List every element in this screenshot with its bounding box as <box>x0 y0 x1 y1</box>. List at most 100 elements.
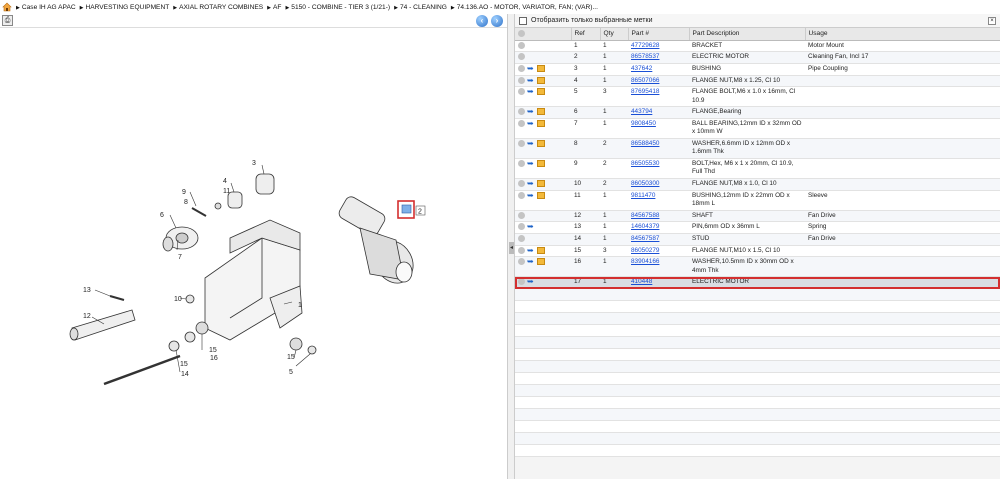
table-row[interactable]: ➥ 11 1 9811470 BUSHING,12mm ID x 22mm OD x 1… <box>515 190 1000 211</box>
replacement-info-icon[interactable]: ➥ <box>527 278 535 286</box>
column-header-ref[interactable]: Ref <box>571 28 601 41</box>
cell-part-number[interactable]: 47729628 <box>628 40 689 53</box>
next-diagram-button[interactable]: › <box>491 15 503 27</box>
part-number-link[interactable]: 86050300 <box>631 180 659 187</box>
add-to-cart-icon[interactable] <box>518 53 525 61</box>
package-icon[interactable] <box>537 159 545 167</box>
package-icon[interactable] <box>537 64 545 72</box>
cell-part-number[interactable]: 437642 <box>628 63 689 76</box>
replacement-info-icon[interactable]: ➥ <box>527 258 535 266</box>
cell-part-number[interactable]: 86588450 <box>628 138 689 159</box>
print-icon[interactable]: ⎙ <box>2 15 13 26</box>
cell-part-number[interactable]: 84567587 <box>628 233 689 246</box>
part-number-link[interactable]: 83904166 <box>631 258 659 265</box>
callout-label[interactable]: 12 <box>83 313 91 320</box>
cell-part-number[interactable]: 86050300 <box>628 178 689 191</box>
show-selected-only-checkbox[interactable] <box>519 16 527 25</box>
cell-part-number[interactable]: 9811470 <box>628 190 689 211</box>
table-row[interactable]: ➥ 6 1 443794 FLANGE,Bearing <box>515 106 1000 119</box>
cell-part-number[interactable]: 9808450 <box>628 118 689 139</box>
cell-part-number[interactable]: 86578537 <box>628 51 689 64</box>
callout-label[interactable]: 8 <box>184 199 188 206</box>
breadcrumb-item[interactable]: ▶ 74.136.AO - MOTOR, VARIATOR, FAN; (VAR)… <box>451 4 598 11</box>
breadcrumb-item[interactable]: ▶ HARVESTING EQUIPMENT <box>80 4 170 11</box>
callout-label[interactable]: 10 <box>174 296 182 303</box>
add-to-cart-icon[interactable] <box>518 64 525 72</box>
table-row[interactable]: ➥ 10 2 86050300 FLANGE NUT,M8 x 1.0, Cl 10 <box>515 178 1000 191</box>
add-to-cart-icon[interactable] <box>518 235 525 242</box>
package-icon[interactable] <box>537 139 545 147</box>
package-icon[interactable] <box>537 119 545 127</box>
table-row[interactable]: 2 1 86578537 ELECTRIC MOTOR Cleaning Fan, In… <box>515 51 1000 64</box>
replacement-info-icon[interactable]: ➥ <box>527 223 535 231</box>
breadcrumb-item[interactable]: ▶ AF <box>267 4 281 11</box>
select-all-header[interactable] <box>515 28 572 41</box>
package-icon[interactable] <box>537 179 545 187</box>
add-to-cart-icon[interactable] <box>518 119 525 127</box>
cell-part-number[interactable]: 443794 <box>628 106 689 119</box>
callout-label[interactable]: 16 <box>210 355 218 362</box>
table-row[interactable]: ➥ 13 1 14604379 PIN,6mm OD x 36mm L Spring <box>515 221 1000 234</box>
callout-label[interactable]: 5 <box>289 369 293 376</box>
table-row[interactable]: 1 1 47729628 BRACKET Motor Mount <box>515 40 1000 53</box>
add-to-cart-icon[interactable] <box>518 223 525 231</box>
part-number-link[interactable]: 84567588 <box>631 212 659 219</box>
select-all-icon[interactable] <box>518 30 525 38</box>
package-icon[interactable] <box>537 191 545 199</box>
callout-label[interactable]: 11 <box>223 188 230 195</box>
replacement-info-icon[interactable]: ➥ <box>527 108 535 116</box>
table-row[interactable]: 12 1 84567588 SHAFT Fan Drive <box>515 210 1000 223</box>
home-icon[interactable] <box>2 2 12 12</box>
callout-label[interactable]: 3 <box>252 160 256 167</box>
table-row-selected[interactable]: ➥ 17 1 410448 ELECTRIC MOTOR <box>515 276 1000 290</box>
part-number-link[interactable]: 443794 <box>631 108 652 115</box>
add-to-cart-icon[interactable] <box>518 159 525 167</box>
add-to-cart-icon[interactable] <box>518 278 525 286</box>
add-to-cart-icon[interactable] <box>518 139 525 147</box>
table-row[interactable]: ➥ 3 1 437642 BUSHING Pipe Coupling <box>515 63 1000 76</box>
callout-label[interactable]: 14 <box>181 371 189 378</box>
add-to-cart-icon[interactable] <box>518 108 525 116</box>
part-number-link[interactable]: 14604379 <box>631 223 659 230</box>
breadcrumb-item[interactable]: ▶ Case IH AG APAC <box>16 4 76 11</box>
part-number-link[interactable]: 9811470 <box>631 192 655 199</box>
callout-label[interactable]: 6 <box>160 212 164 219</box>
column-header-description[interactable]: Part Description <box>689 28 806 41</box>
part-number-link[interactable]: 86588450 <box>631 140 659 147</box>
part-number-link[interactable]: 84567587 <box>631 235 659 242</box>
replacement-info-icon[interactable]: ➥ <box>527 179 535 187</box>
table-row[interactable]: ➥ 15 3 86050279 FLANGE NUT,M10 x 1.5, Cl 10 <box>515 245 1000 258</box>
replacement-info-icon[interactable]: ➥ <box>527 159 535 167</box>
callout-label[interactable]: 15 <box>209 347 217 354</box>
replacement-info-icon[interactable]: ➥ <box>527 88 535 96</box>
part-number-link[interactable]: 47729628 <box>631 42 659 49</box>
replacement-info-icon[interactable]: ➥ <box>527 64 535 72</box>
part-number-link[interactable]: 410448 <box>631 278 652 285</box>
table-row[interactable]: ➥ 5 3 87695418 FLANGE BOLT,M6 x 1.0 x 16mm, … <box>515 86 1000 108</box>
column-header-part[interactable]: Part # <box>628 28 690 41</box>
callout-label[interactable]: 1 <box>298 302 302 309</box>
part-number-link[interactable]: 86050279 <box>631 247 659 254</box>
package-icon[interactable] <box>537 258 545 266</box>
cell-part-number[interactable]: 87695418 <box>628 86 689 108</box>
table-row[interactable]: ➥ 4 1 86507066 FLANGE NUT,M8 x 1.25, Cl 10 <box>515 75 1000 88</box>
cell-part-number[interactable]: 86505530 <box>628 158 689 179</box>
callout-label[interactable]: 13 <box>83 287 91 294</box>
callout-2-icon[interactable] <box>401 204 412 214</box>
replacement-info-icon[interactable]: ➥ <box>527 246 535 254</box>
cell-part-number[interactable]: 86050279 <box>628 245 689 258</box>
add-to-cart-icon[interactable] <box>518 179 525 187</box>
add-to-cart-icon[interactable] <box>518 211 525 219</box>
part-number-link[interactable]: 86507066 <box>631 77 659 84</box>
add-to-cart-icon[interactable] <box>518 88 525 96</box>
callout-label[interactable]: 7 <box>178 254 182 261</box>
package-icon[interactable] <box>537 88 545 96</box>
add-to-cart-icon[interactable] <box>518 191 525 199</box>
cell-part-number[interactable]: 84567588 <box>628 210 689 223</box>
table-row[interactable]: 14 1 84567587 STUD Fan Drive <box>515 233 1000 246</box>
cell-part-number[interactable]: 83904166 <box>628 256 689 278</box>
column-header-usage[interactable]: Usage <box>805 28 1000 41</box>
previous-diagram-button[interactable]: ‹ <box>476 15 488 27</box>
callout-label[interactable]: 9 <box>182 189 186 196</box>
add-to-cart-icon[interactable] <box>518 41 525 49</box>
